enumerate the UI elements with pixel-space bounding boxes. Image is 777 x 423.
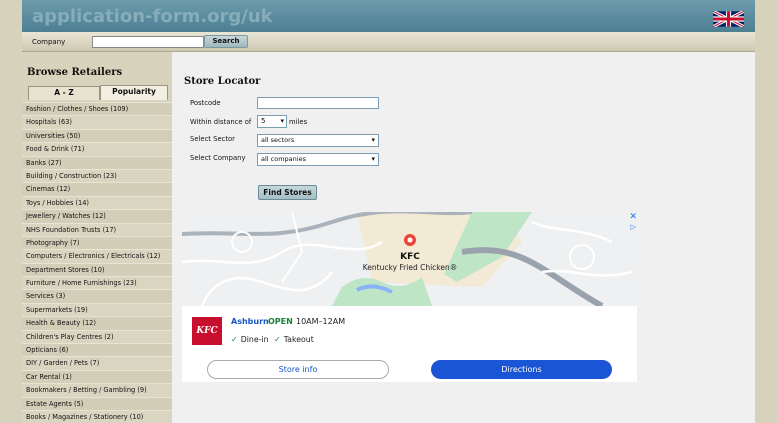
kfc-advertisement[interactable]: KFC Kentucky Fried Chicken® ✕ ▷ KFC Ashb… xyxy=(182,212,637,382)
map-pin-title: KFC xyxy=(400,252,420,262)
directions-button[interactable]: Directions xyxy=(431,360,612,379)
distance-label: Within distance of xyxy=(190,118,252,126)
category-item[interactable]: Car Rental (1) xyxy=(22,369,172,384)
uk-flag-icon[interactable] xyxy=(713,11,744,27)
sector-value: all sectors xyxy=(261,136,295,144)
category-item[interactable]: Fashion / Clothes / Shoes (109) xyxy=(22,102,172,116)
category-item[interactable]: Supermarkets (19) xyxy=(22,302,172,317)
ad-map[interactable]: KFC Kentucky Fried Chicken® xyxy=(182,212,637,306)
category-item[interactable]: NHS Foundation Trusts (17) xyxy=(22,222,172,236)
category-item[interactable]: Jewellery / Watches (12) xyxy=(22,209,172,223)
chevron-down-icon: ▾ xyxy=(371,136,375,144)
company-select-label: Select Company xyxy=(190,154,246,162)
postcode-input[interactable] xyxy=(257,97,379,109)
close-icon[interactable]: ✕ xyxy=(629,212,637,222)
site-title[interactable]: application-form.org/uk xyxy=(32,6,273,27)
feature-dine-in: ✓ Dine-in xyxy=(231,335,269,344)
category-item[interactable]: Cinemas (12) xyxy=(22,182,172,196)
category-item[interactable]: Food & Drink (71) xyxy=(22,142,172,156)
category-item[interactable]: Estate Agents (5) xyxy=(22,396,172,410)
category-item[interactable]: Books / Magazines / Stationery (10) xyxy=(22,409,172,423)
store-locator-panel: Store Locator Postcode Within distance o… xyxy=(172,52,755,423)
feature-label: Takeout xyxy=(283,335,314,344)
category-item[interactable]: Universities (50) xyxy=(22,128,172,143)
sector-select[interactable]: all sectors ▾ xyxy=(257,134,379,147)
category-item[interactable]: Bookmakers / Betting / Gambling (9) xyxy=(22,383,172,397)
company-search-input[interactable] xyxy=(92,36,204,48)
distance-select[interactable]: 5 ▾ xyxy=(257,115,287,128)
company-label: Company xyxy=(32,38,66,46)
feature-label: Dine-in xyxy=(240,335,269,344)
distance-value: 5 xyxy=(261,117,266,125)
sidebar-heading: Browse Retailers xyxy=(27,67,123,78)
category-item[interactable]: Photography (7) xyxy=(22,235,172,250)
category-item[interactable]: Building / Construction (23) xyxy=(22,168,172,183)
kfc-logo[interactable]: KFC xyxy=(192,317,222,345)
store-info-button[interactable]: Store info xyxy=(207,360,389,379)
page-title: Store Locator xyxy=(184,76,261,87)
checkmark-icon: ✓ xyxy=(274,335,281,344)
category-item[interactable]: Health & Beauty (12) xyxy=(22,316,172,330)
adchoices-icon[interactable]: ▷ xyxy=(631,223,636,231)
open-status: OPEN xyxy=(268,317,293,326)
chevron-down-icon: ▾ xyxy=(280,117,284,125)
category-item[interactable]: Furniture / Home Furnishings (23) xyxy=(22,276,172,290)
category-item[interactable]: Services (3) xyxy=(22,289,172,303)
category-item[interactable]: Toys / Hobbies (14) xyxy=(22,195,172,210)
category-item[interactable]: DIY / Garden / Pets (7) xyxy=(22,356,172,370)
company-search-bar: Company Search xyxy=(22,32,755,52)
sector-label: Select Sector xyxy=(190,135,235,143)
tab-popularity[interactable]: Popularity xyxy=(100,85,168,100)
site-header: application-form.org/uk xyxy=(22,0,755,32)
tab-a-z[interactable]: A - Z xyxy=(28,86,100,100)
distance-unit: miles xyxy=(289,118,308,126)
browse-retailers-sidebar: Browse Retailers A - Z Popularity Fashio… xyxy=(22,52,172,423)
find-stores-button[interactable]: Find Stores xyxy=(258,185,317,200)
right-background xyxy=(755,0,777,423)
search-button[interactable]: Search xyxy=(204,35,248,48)
checkmark-icon: ✓ xyxy=(231,335,238,344)
chevron-down-icon: ▾ xyxy=(371,155,375,163)
company-select[interactable]: all companies ▾ xyxy=(257,153,379,166)
category-item[interactable]: Department Stores (10) xyxy=(22,262,172,277)
store-location-link[interactable]: Ashburn xyxy=(231,317,269,326)
category-item[interactable]: Hospitals (63) xyxy=(22,115,172,129)
map-pin-subtitle: Kentucky Fried Chicken® xyxy=(363,263,457,272)
category-list: Fashion / Clothes / Shoes (109) Hospital… xyxy=(22,102,172,423)
category-item[interactable]: Computers / Electronics / Electricals (1… xyxy=(22,249,172,263)
category-item[interactable]: Banks (27) xyxy=(22,155,172,169)
company-value: all companies xyxy=(261,155,306,163)
category-item[interactable]: Children's Play Centres (2) xyxy=(22,329,172,344)
map-image: KFC Kentucky Fried Chicken® xyxy=(182,212,637,306)
opening-hours: 10AM–12AM xyxy=(296,317,346,326)
left-background xyxy=(0,0,22,423)
category-item[interactable]: Opticians (6) xyxy=(22,343,172,357)
feature-takeout: ✓ Takeout xyxy=(274,335,314,344)
postcode-label: Postcode xyxy=(190,99,221,107)
